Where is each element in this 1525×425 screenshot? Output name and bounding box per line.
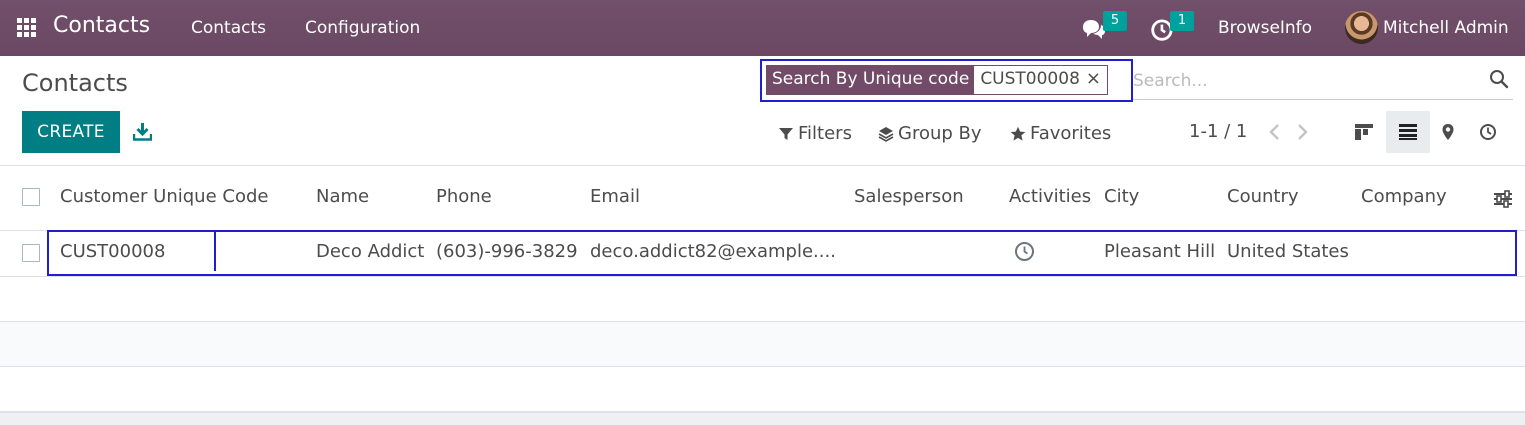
column-header-code[interactable]: Customer Unique Code	[60, 186, 268, 207]
create-button[interactable]: CREATE	[22, 111, 120, 153]
filters-button[interactable]: Filters	[778, 123, 852, 144]
layers-icon	[878, 126, 894, 142]
favorites-button[interactable]: Favorites	[1010, 123, 1111, 144]
app-title[interactable]: Contacts	[53, 13, 150, 38]
cell-highlight-divider	[214, 231, 216, 271]
groupby-button[interactable]: Group By	[878, 123, 982, 144]
activity-icon	[1480, 124, 1496, 140]
column-header-city[interactable]: City	[1104, 186, 1139, 207]
column-header-phone[interactable]: Phone	[436, 186, 492, 207]
search-input[interactable]	[1133, 66, 1473, 96]
messages-badge: 5	[1103, 11, 1127, 31]
page-title[interactable]: Contacts	[22, 69, 128, 97]
menu-configuration[interactable]: Configuration	[305, 18, 420, 38]
kanban-icon	[1355, 124, 1373, 140]
search-underline	[1133, 99, 1513, 100]
view-map-button[interactable]	[1426, 111, 1470, 153]
filter-icon	[779, 127, 793, 140]
select-all-checkbox[interactable]	[22, 188, 40, 206]
groupby-label: Group By	[898, 123, 982, 144]
column-header-salesperson[interactable]: Salesperson	[854, 186, 964, 207]
search-facet[interactable]: Search By Unique code CUST00008 ×	[766, 65, 1108, 95]
user-menu[interactable]: Mitchell Admin	[1383, 18, 1509, 38]
column-header-company[interactable]: Company	[1361, 186, 1447, 207]
pager-next-icon[interactable]	[1296, 122, 1310, 142]
facet-remove-icon[interactable]: ×	[1085, 66, 1107, 94]
column-header-name[interactable]: Name	[316, 186, 369, 207]
view-activity-button[interactable]	[1466, 111, 1510, 153]
favorites-label: Favorites	[1030, 123, 1112, 144]
apps-menu-icon[interactable]	[17, 18, 36, 37]
company-switcher[interactable]: BrowseInfo	[1218, 18, 1312, 38]
star-icon	[1010, 126, 1026, 141]
search-icon[interactable]	[1489, 69, 1509, 89]
column-header-activities[interactable]: Activities	[1009, 186, 1091, 207]
row-highlight	[47, 230, 1517, 276]
view-kanban-button[interactable]	[1342, 111, 1386, 153]
avatar[interactable]	[1345, 11, 1378, 44]
empty-row	[0, 277, 1525, 322]
column-settings-icon[interactable]	[1493, 190, 1513, 208]
download-icon[interactable]	[133, 122, 152, 141]
table-footer	[0, 412, 1525, 425]
row-checkbox[interactable]	[22, 244, 40, 262]
table-header: Customer Unique Code Name Phone Email Sa…	[0, 166, 1525, 231]
menu-contacts[interactable]: Contacts	[191, 18, 266, 38]
pager-value[interactable]: 1-1 / 1	[1189, 121, 1247, 142]
empty-row	[0, 367, 1525, 412]
top-navbar: Contacts Contacts Configuration 5 1 Brow…	[0, 0, 1525, 56]
facet-value: CUST00008	[974, 66, 1086, 94]
column-header-email[interactable]: Email	[590, 186, 640, 207]
column-header-country[interactable]: Country	[1227, 186, 1299, 207]
empty-row	[0, 322, 1525, 367]
pager-previous-icon[interactable]	[1267, 122, 1281, 142]
view-list-button[interactable]	[1386, 111, 1430, 153]
list-icon	[1399, 124, 1417, 140]
map-icon	[1442, 124, 1454, 140]
facet-label: Search By Unique code	[767, 66, 975, 94]
activities-badge: 1	[1170, 11, 1194, 31]
filters-label: Filters	[798, 123, 852, 144]
